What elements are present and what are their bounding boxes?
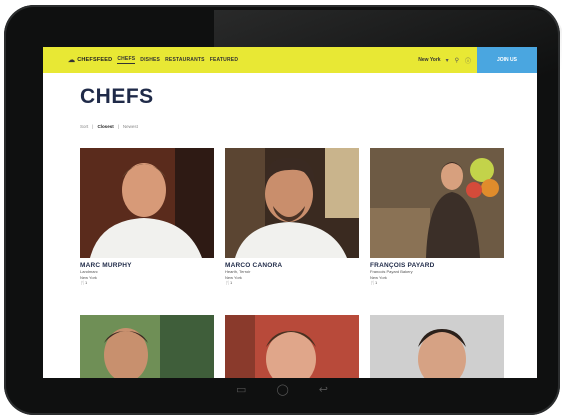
chef-name[interactable]: MARCO CANORA [225, 262, 359, 269]
chef-card[interactable] [80, 315, 214, 378]
chef-dish-count: 🍴1 [80, 280, 88, 285]
sort-bar: Sort | Closest | Newest [80, 124, 138, 129]
city-selector[interactable]: New York [418, 57, 440, 63]
sort-divider: | [117, 124, 119, 129]
chevron-down-icon[interactable]: ▾ [446, 57, 449, 64]
chef-hat-icon: ☁ [68, 57, 76, 64]
search-icon[interactable]: ⚲ [455, 57, 459, 64]
page-title: CHEFS [80, 85, 154, 108]
chef-dish-count: 🍴1 [370, 280, 378, 285]
chef-dish-count: 🍴1 [225, 280, 233, 285]
device-nav-bar: ▭ ◯ ↩ [4, 383, 560, 407]
chef-card[interactable]: FRANÇOIS PAYARD Francois Payard Bakery N… [370, 148, 504, 286]
chef-photo[interactable] [225, 315, 359, 378]
top-nav-bar: ☁ CHEFSFEED CHEFS DISHES RESTAURANTS FEA… [43, 47, 537, 73]
nav-right: New York ▾ ⚲ ⓘ JOIN US [418, 47, 537, 73]
home-icon[interactable]: ◯ [276, 383, 288, 407]
sort-option-newest[interactable]: Newest [123, 124, 138, 129]
logo-text: CHEFSFEED [77, 57, 113, 63]
sort-divider: | [92, 124, 94, 129]
back-icon[interactable]: ↩ [319, 383, 328, 407]
chef-photo[interactable] [80, 315, 214, 378]
nav-link-featured[interactable]: FEATURED [210, 57, 238, 63]
chef-card[interactable] [370, 315, 504, 378]
nav-link-chefs[interactable]: CHEFS [117, 56, 136, 64]
chef-card[interactable] [225, 315, 359, 378]
nav-link-restaurants[interactable]: RESTAURANTS [165, 57, 205, 63]
chef-card[interactable]: MARCO CANORA Hearth, Terroir New York 🍴1 [225, 148, 359, 286]
app-screen: ☁ CHEFSFEED CHEFS DISHES RESTAURANTS FEA… [43, 47, 537, 378]
chef-photo[interactable] [370, 315, 504, 378]
sort-option-closest[interactable]: Closest [97, 124, 113, 129]
chef-photo[interactable] [80, 148, 214, 258]
sort-label: Sort [80, 124, 89, 129]
tablet-frame: ☁ CHEFSFEED CHEFS DISHES RESTAURANTS FEA… [4, 5, 562, 415]
join-button[interactable]: JOIN US [477, 47, 537, 73]
chef-photo[interactable] [370, 148, 504, 258]
nav-link-dishes[interactable]: DISHES [140, 57, 160, 63]
chef-card[interactable]: MARC MURPHY Landmarc New York 🍴1 [80, 148, 214, 286]
chef-name[interactable]: MARC MURPHY [80, 262, 214, 269]
brand-logo[interactable]: ☁ CHEFSFEED [68, 56, 112, 64]
chef-photo[interactable] [225, 148, 359, 258]
chef-name[interactable]: FRANÇOIS PAYARD [370, 262, 504, 269]
recent-apps-icon[interactable]: ▭ [236, 383, 246, 407]
info-icon[interactable]: ⓘ [465, 56, 471, 65]
